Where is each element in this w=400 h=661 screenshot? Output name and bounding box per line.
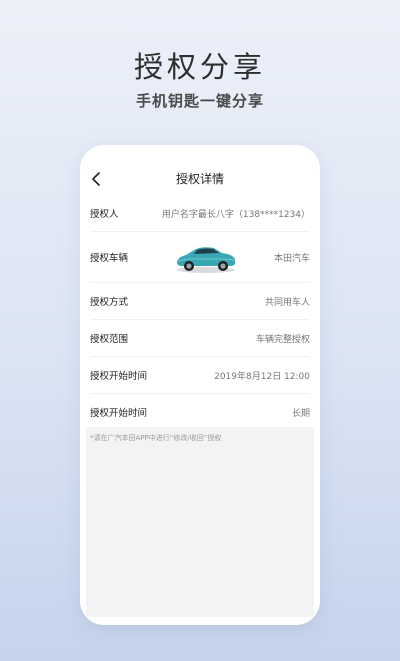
car-image [174, 240, 238, 274]
row-scope: 授权范围 车辆完整授权 [90, 320, 310, 357]
row-label: 授权人 [90, 209, 119, 220]
row-label: 授权范围 [90, 334, 129, 345]
row-label: 授权方式 [90, 297, 129, 308]
hero-title: 授权分享 [133, 50, 266, 84]
row-authorizer: 授权人 用户名字最长八字（138****1234） [90, 195, 310, 232]
footer-panel: *请在广汽本田APP中进行“修改/收回”授权 [86, 427, 314, 617]
row-vehicle: 授权车辆 本田汽车 [90, 232, 310, 283]
nav-bar: 授权详情 [80, 167, 320, 191]
row-value: 本田汽车 [273, 253, 310, 264]
row-value: 2019年8月12日 12:00 [214, 371, 310, 382]
row-value: 用户名字最长八字（138****1234） [161, 209, 310, 220]
row-start-time: 授权开始时间 2019年8月12日 12:00 [90, 357, 310, 394]
row-method: 授权方式 共同用车人 [90, 283, 310, 320]
row-label: 授权开始时间 [90, 371, 148, 382]
detail-list: 授权人 用户名字最长八字（138****1234） 授权车辆 本田汽车 授权方式… [80, 195, 320, 431]
row-duration: 授权开始时间 长期 [90, 394, 310, 431]
row-label: 授权开始时间 [90, 408, 148, 419]
row-value: 长期 [291, 408, 310, 419]
row-label: 授权车辆 [90, 253, 129, 264]
footer-note: *请在广汽本田APP中进行“修改/收回”授权 [90, 434, 222, 442]
page-title: 授权详情 [175, 172, 224, 186]
row-value: 共同用车人 [264, 297, 310, 308]
phone-screen: 授权详情 授权人 用户名字最长八字（138****1234） 授权车辆 本田汽车… [80, 145, 320, 625]
row-value: 车辆完整授权 [255, 334, 310, 345]
hero-subtitle: 手机钥匙一键分享 [135, 92, 264, 110]
